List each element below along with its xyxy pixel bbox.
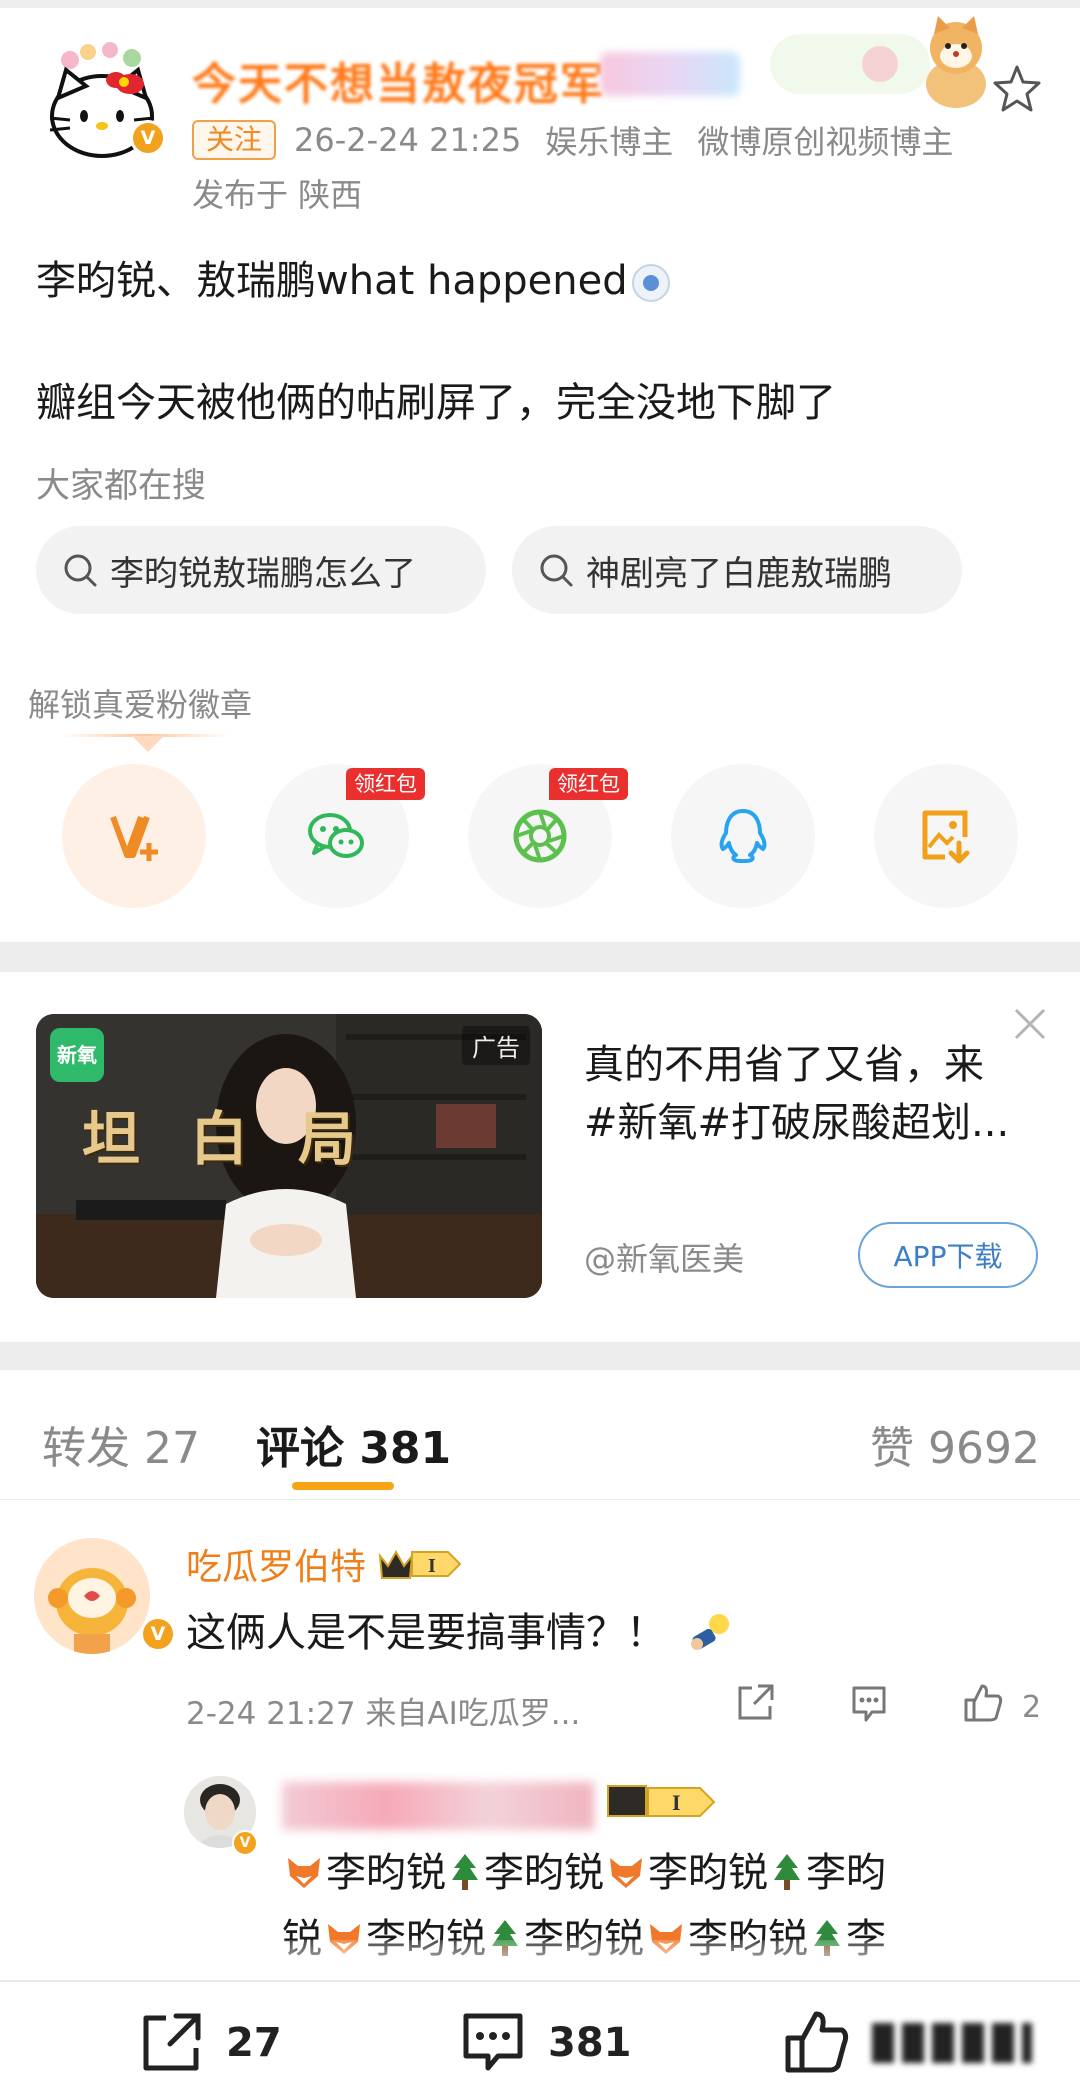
post-card: V 今天不想当敖夜冠军 关注 26-2-24 21:25 娱乐博主 微博原创视频… bbox=[0, 0, 1080, 942]
like-thumb-icon bbox=[785, 2011, 849, 2073]
crown-level-badge-icon: I bbox=[376, 1544, 462, 1584]
redpack-badge-moments: 领红包 bbox=[549, 768, 628, 800]
ad-headline-2[interactable]: #新氧#打破尿酸超划... bbox=[584, 1090, 1044, 1148]
comment-button[interactable]: 381 bbox=[456, 2006, 632, 2080]
post-text-line-1: 李昀锐、敖瑞鹏what happened bbox=[36, 248, 670, 306]
post-location: 发布于 陕西 bbox=[192, 176, 363, 214]
save-image-icon bbox=[922, 810, 970, 864]
follow-button[interactable]: 关注 bbox=[192, 120, 277, 160]
qq-icon bbox=[719, 809, 767, 863]
ad-image[interactable]: 新氧 广告 坦白局 bbox=[36, 1014, 542, 1298]
author-name[interactable]: 今天不想当敖夜冠军 bbox=[192, 48, 606, 112]
comment-icon bbox=[463, 2013, 523, 2071]
hot-search-chip-2[interactable]: 神剧亮了白鹿敖瑞鹏 bbox=[512, 526, 962, 614]
tab-likes[interactable]: 赞 9692 bbox=[870, 1412, 1040, 1476]
interaction-tabs: 转发 27 评论 381 赞 9692 bbox=[0, 1370, 1080, 1500]
verified-badge-icon: V bbox=[232, 1830, 258, 1856]
like-thumb-icon[interactable] bbox=[960, 1680, 1006, 1726]
ad-card[interactable]: 新氧 广告 坦白局 真的不用省了又省，来 #新氧#打破尿酸超划... @新氧医美… bbox=[0, 972, 1080, 1342]
commenter-name-row: 吃瓜罗伯特 I bbox=[186, 1538, 462, 1590]
level-text: I bbox=[672, 1790, 681, 1815]
redpack-badge-wechat: 领红包 bbox=[346, 768, 425, 800]
comment-text: 这俩人是不是要搞事情？！ bbox=[186, 1610, 666, 1656]
lightbulb-emoji-icon bbox=[690, 1614, 729, 1650]
share-icon bbox=[143, 2013, 201, 2071]
ad-headline-1[interactable]: 真的不用省了又省，来 bbox=[584, 1032, 1044, 1090]
tree-emoji-icon bbox=[452, 1854, 478, 1890]
repost-button[interactable]: 27 bbox=[134, 2006, 282, 2080]
hot-search-chip-label: 李昀锐敖瑞鹏怎么了 bbox=[110, 553, 416, 594]
v-plus-button[interactable] bbox=[62, 764, 206, 908]
hot-search-chip-1[interactable]: 李昀锐敖瑞鹏怎么了 bbox=[36, 526, 486, 614]
post-timestamp: 26-2-24 21:25 bbox=[294, 121, 522, 159]
author-avatar[interactable]: V bbox=[40, 40, 166, 164]
shiba-decoration-icon bbox=[770, 16, 986, 108]
author-tag-entertainment: 娱乐博主 bbox=[545, 123, 674, 161]
crown-level-badge-icon: I bbox=[604, 1780, 720, 1828]
qq-share-button[interactable] bbox=[671, 764, 815, 908]
level-text: I bbox=[428, 1555, 436, 1577]
wechat-icon bbox=[308, 813, 364, 858]
share-icon[interactable] bbox=[732, 1680, 778, 1726]
favorite-star-icon[interactable] bbox=[990, 62, 1044, 116]
like-button[interactable] bbox=[780, 2006, 1032, 2080]
reply-word: 李昀锐 bbox=[648, 1850, 768, 1896]
ad-label: 广告 bbox=[462, 1026, 530, 1065]
post-text-1: 李昀锐、敖瑞鹏what happened bbox=[36, 258, 628, 304]
app-download-button[interactable]: APP下载 bbox=[858, 1222, 1038, 1288]
tree-emoji-icon bbox=[774, 1854, 800, 1890]
blurred-like-count bbox=[872, 2023, 1032, 2063]
post-text-line-2: 瓣组今天被他俩的帖刷屏了，完全没地下脚了 bbox=[36, 380, 836, 426]
top-divider bbox=[0, 0, 1080, 8]
search-icon bbox=[540, 554, 573, 587]
comment-meta: 2-24 21:27 来自AI吃瓜罗... bbox=[186, 1696, 581, 1732]
tab-comments[interactable]: 评论 381 bbox=[256, 1412, 451, 1476]
reply-word: 李昀锐 bbox=[326, 1850, 446, 1896]
comment-like-count: 2 bbox=[1022, 1690, 1042, 1725]
author-tag-video: 微博原创视频博主 bbox=[697, 123, 954, 161]
ad-banner-text: 坦白局 bbox=[82, 1105, 407, 1173]
blurred-replier-name[interactable] bbox=[282, 1782, 594, 1830]
fox-emoji-icon bbox=[610, 1858, 642, 1888]
section-divider bbox=[0, 1342, 1080, 1370]
comment-icon[interactable] bbox=[846, 1680, 892, 1726]
doge-emoji-icon bbox=[631, 264, 670, 302]
xinyang-logo: 新氧 bbox=[50, 1028, 104, 1082]
unlock-fan-badge-title: 解锁真爱粉徽章 bbox=[28, 686, 253, 724]
comment-count: 381 bbox=[548, 2020, 632, 2066]
moments-icon bbox=[513, 809, 567, 863]
bottom-toolbar: 27 381 bbox=[0, 1980, 1080, 2094]
content-fade bbox=[0, 1940, 1080, 1980]
reply-word: 李昀 bbox=[806, 1850, 886, 1896]
reply-word: 李昀锐 bbox=[484, 1850, 604, 1896]
tab-repost[interactable]: 转发 27 bbox=[42, 1412, 200, 1476]
section-divider bbox=[0, 942, 1080, 972]
robot-avatar-image bbox=[34, 1538, 150, 1654]
verified-badge-icon: V bbox=[140, 1616, 176, 1652]
fox-emoji-icon bbox=[288, 1858, 320, 1888]
search-icon bbox=[64, 554, 97, 587]
ad-source[interactable]: @新氧医美 bbox=[584, 1234, 744, 1280]
repost-count: 27 bbox=[226, 2020, 282, 2066]
hot-search-title: 大家都在搜 bbox=[36, 466, 206, 506]
close-icon[interactable] bbox=[1012, 1006, 1048, 1042]
save-image-button[interactable] bbox=[874, 764, 1018, 908]
v-plus-icon bbox=[110, 815, 158, 861]
commenter-name[interactable]: 吃瓜罗伯特 bbox=[186, 1538, 366, 1590]
unlock-pointer bbox=[132, 736, 164, 752]
comment-item: V 吃瓜罗伯特 I 这俩人是不是要搞事情？！ 2-24 21:27 来自AI吃瓜… bbox=[0, 1500, 1080, 1980]
tab-indicator bbox=[292, 1482, 394, 1490]
blurred-name-badge bbox=[600, 52, 740, 96]
post-meta: 关注 26-2-24 21:25 娱乐博主 微博原创视频博主 bbox=[192, 118, 953, 162]
hot-search-chip-label: 神剧亮了白鹿敖瑞鹏 bbox=[586, 553, 892, 594]
commenter-avatar[interactable] bbox=[34, 1538, 150, 1654]
comment-text-row: 这俩人是不是要搞事情？！ bbox=[186, 1600, 737, 1658]
verified-badge-icon: V bbox=[130, 120, 166, 156]
